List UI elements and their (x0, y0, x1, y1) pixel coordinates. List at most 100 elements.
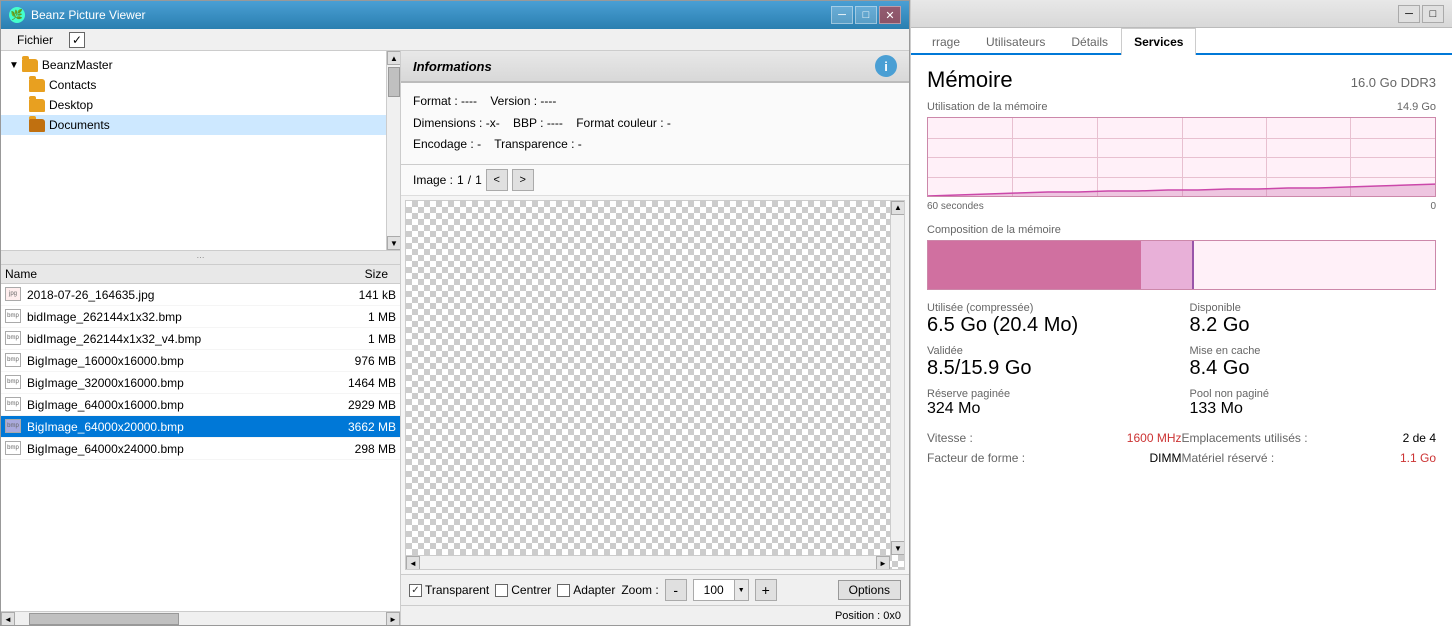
spec-materiel-val: 1.1 Go (1400, 451, 1436, 465)
scroll-thumb[interactable] (388, 67, 400, 97)
zoom-input[interactable] (694, 580, 734, 600)
tab-details[interactable]: Détails (1058, 28, 1121, 55)
stat-paged-reserve-value: 324 Mo (927, 400, 1174, 418)
image-scrollbar-h[interactable]: ◄ ► (406, 555, 890, 569)
spec-facteur-key: Facteur de forme : (927, 451, 1025, 465)
stat-validated-value: 8.5/15.9 Go (927, 357, 1174, 380)
tab-rrage[interactable]: rrage (919, 28, 973, 55)
col-name-header: Name (5, 267, 316, 281)
zoom-dropdown-btn[interactable]: ▼ (734, 580, 748, 600)
utilization-graph (927, 117, 1436, 197)
tab-utilisateurs[interactable]: Utilisateurs (973, 28, 1058, 55)
stat-used-value: 6.5 Go (20.4 Mo) (927, 314, 1174, 337)
right-scroll-btn[interactable]: ► (386, 612, 400, 625)
stat-cached: Mise en cache 8.4 Go (1190, 345, 1437, 380)
title-bar: 🌿 Beanz Picture Viewer ─ □ ✕ (1, 1, 909, 29)
left-scroll-btn[interactable]: ◄ (1, 612, 15, 625)
stat-available-value: 8.2 Go (1190, 314, 1437, 337)
h-scrollbar-thumb[interactable] (29, 613, 179, 625)
image-panel: Informations i Format : ---- Version : -… (401, 51, 909, 625)
checkbox-indicator[interactable]: ✓ (69, 32, 85, 48)
transparent-checkbox[interactable] (409, 584, 422, 597)
tab-services[interactable]: Services (1121, 28, 1196, 55)
comp-bar-used (928, 241, 1141, 289)
stat-paged-reserve: Réserve paginée 324 Mo (927, 388, 1174, 418)
zoom-select-wrapper: ▼ (693, 579, 749, 601)
file-row[interactable]: bmp BigImage_32000x16000.bmp 1464 MB (1, 372, 400, 394)
minimize-button[interactable]: ─ (831, 6, 853, 24)
menu-fichier[interactable]: Fichier (9, 31, 61, 49)
transparent-checkbox-label[interactable]: Transparent (409, 583, 489, 597)
tree-desktop[interactable]: Desktop (1, 95, 400, 115)
stat-nonpaged-pool-label: Pool non paginé (1190, 388, 1437, 400)
task-manager-window: ─ □ rrage Utilisateurs Détails Services … (910, 0, 1452, 626)
info-title: Informations (413, 59, 492, 74)
taskman-content: Mémoire 16.0 Go DDR3 Utilisation de la m… (911, 55, 1452, 626)
info-encoding-line: Encodage : - Transparence : - (413, 134, 897, 156)
img-scroll-down[interactable]: ▼ (891, 541, 905, 555)
file-size: 3662 MB (316, 420, 396, 434)
file-row[interactable]: bmp bidImage_262144x1x32_v4.bmp 1 MB (1, 328, 400, 350)
bbp-value: ---- (547, 116, 563, 130)
center-checkbox-label[interactable]: Centrer (495, 583, 551, 597)
file-row[interactable]: bmp BigImage_64000x16000.bmp 2929 MB (1, 394, 400, 416)
file-name: BigImage_64000x24000.bmp (27, 442, 316, 456)
spec-vitesse: Vitesse : 1600 MHz (927, 430, 1182, 446)
file-thumb: bmp (5, 375, 23, 391)
file-size: 298 MB (316, 442, 396, 456)
close-button[interactable]: ✕ (879, 6, 901, 24)
file-row-selected[interactable]: bmp BigImage_64000x20000.bmp 3662 MB (1, 416, 400, 438)
file-thumb-img: bmp (5, 331, 21, 345)
file-row[interactable]: bmp BigImage_64000x24000.bmp 298 MB (1, 438, 400, 460)
maximize-button[interactable]: □ (855, 6, 877, 24)
file-thumb: bmp (5, 397, 23, 413)
prev-image-btn[interactable]: < (486, 169, 508, 191)
color-format-label: Format couleur : (576, 116, 663, 130)
center-checkbox[interactable] (495, 584, 508, 597)
file-thumb: bmp (5, 331, 23, 347)
zoom-minus-btn[interactable]: - (665, 579, 687, 601)
memory-title: Mémoire (927, 67, 1013, 93)
app-title: Beanz Picture Viewer (31, 8, 146, 22)
taskman-maximize-btn[interactable]: □ (1422, 5, 1444, 23)
image-nav-label: Image : (413, 173, 453, 187)
tree-root[interactable]: ▼ BeanzMaster (1, 55, 400, 75)
options-button[interactable]: Options (838, 580, 901, 600)
stats-grid: Utilisée (compressée) 6.5 Go (20.4 Mo) D… (927, 302, 1436, 418)
info-button[interactable]: i (875, 55, 897, 77)
spec-materiel-key: Matériel réservé : (1182, 451, 1275, 465)
adapter-checkbox-label[interactable]: Adapter (557, 583, 615, 597)
file-row[interactable]: jpg 2018-07-26_164635.jpg 141 kB (1, 284, 400, 306)
tree-contacts-label: Contacts (49, 78, 96, 92)
img-scroll-left[interactable]: ◄ (406, 556, 420, 570)
folder-icon (22, 59, 38, 72)
info-details: Format : ---- Version : ---- Dimensions … (401, 83, 909, 165)
tree-contacts[interactable]: Contacts (1, 75, 400, 95)
adapter-checkbox[interactable] (557, 584, 570, 597)
file-name: BigImage_16000x16000.bmp (27, 354, 316, 368)
dimensions-label: Dimensions : (413, 116, 482, 130)
next-image-btn[interactable]: > (512, 169, 534, 191)
spec-emplacements-val: 2 de 4 (1403, 431, 1436, 445)
zoom-plus-btn[interactable]: + (755, 579, 777, 601)
img-scroll-up[interactable]: ▲ (891, 201, 905, 215)
img-scroll-right[interactable]: ► (876, 556, 890, 570)
file-row[interactable]: bmp bidImage_262144x1x32.bmp 1 MB (1, 306, 400, 328)
taskman-minimize-btn[interactable]: ─ (1398, 5, 1420, 23)
folder-icon (29, 79, 45, 92)
file-row[interactable]: bmp BigImage_16000x16000.bmp 976 MB (1, 350, 400, 372)
stat-cached-value: 8.4 Go (1190, 357, 1437, 380)
tree-area: ▼ BeanzMaster Contacts Desktop Documents (1, 51, 400, 251)
file-browser: ▼ BeanzMaster Contacts Desktop Documents (1, 51, 401, 625)
tree-documents[interactable]: Documents (1, 115, 400, 135)
version-label: Version : (490, 94, 537, 108)
tree-desktop-label: Desktop (49, 98, 93, 112)
beanz-picture-viewer: 🌿 Beanz Picture Viewer ─ □ ✕ Fichier ✓ ▼… (0, 0, 910, 626)
spec-emplacements-key: Emplacements utilisés : (1182, 431, 1308, 445)
scroll-down-btn[interactable]: ▼ (387, 236, 400, 250)
col-size-header: Size (316, 267, 396, 281)
scroll-up-btn[interactable]: ▲ (387, 51, 400, 65)
tree-scrollbar[interactable]: ▲ ▼ (386, 51, 400, 250)
image-scrollbar-v[interactable]: ▲ ▼ (890, 201, 904, 555)
image-separator: / (468, 173, 471, 187)
